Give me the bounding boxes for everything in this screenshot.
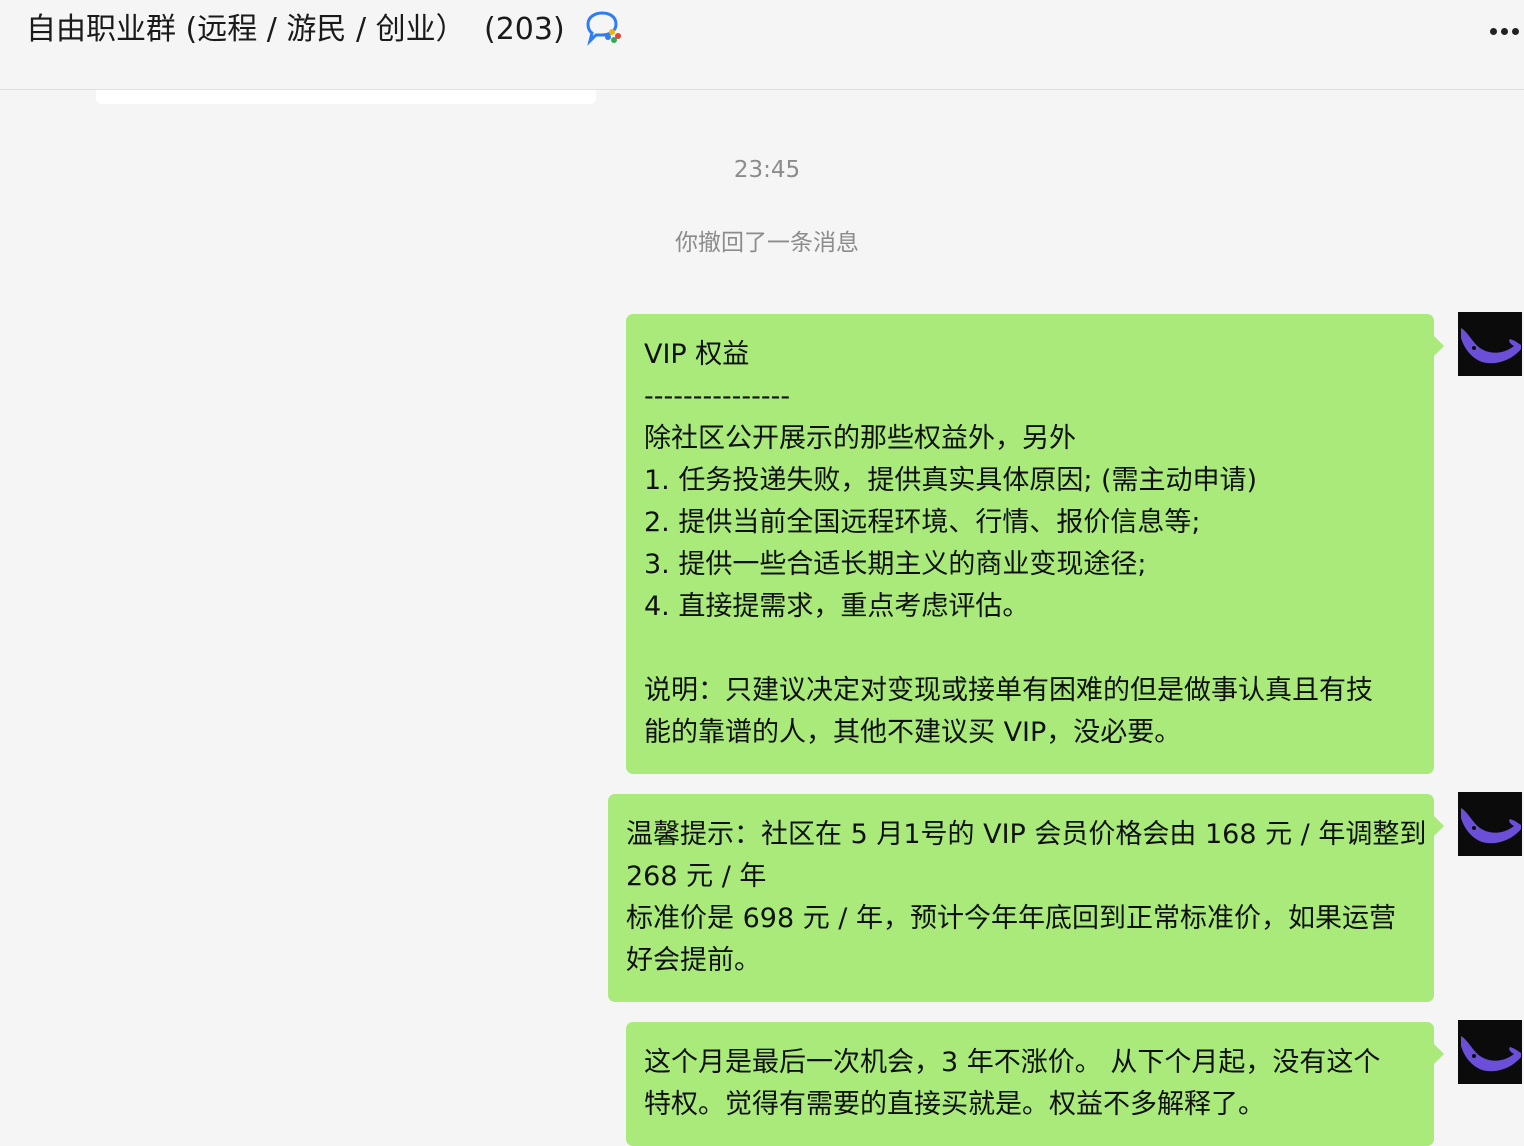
whale-logo-icon	[1461, 808, 1521, 844]
avatar[interactable]	[1458, 1020, 1522, 1084]
message-line: 除社区公开展示的那些权益外，另外	[644, 423, 1076, 454]
message-timestamp: 23:45	[733, 157, 801, 183]
message-line: 标准价是 698 元 / 年，预计今年年底回到正常标准价，如果运营	[626, 903, 1396, 934]
chat-header: 自由职业群 (远程 / 游民 / 创业） (203)	[0, 0, 1524, 90]
chat-title[interactable]: 自由职业群 (远程 / 游民 / 创业）	[26, 8, 466, 52]
message-bubble[interactable]: 温馨提示：社区在 5 月1号的 VIP 会员价格会由 168 元 / 年调整到 …	[608, 794, 1444, 1002]
message-line: 这个月是最后一次机会，3 年不涨价。 从下个月起，没有这个	[644, 1047, 1381, 1078]
message-line: 说明：只建议决定对变现或接单有困难的但是做事认真且有技	[644, 675, 1373, 706]
message-line: 特权。觉得有需要的直接买就是。权益不多解释了。	[644, 1089, 1265, 1120]
message-bubble[interactable]: VIP 权益 --------------- 除社区公开展示的那些权益外，另外 …	[626, 314, 1444, 774]
message-line: ---------------	[644, 381, 791, 412]
message-bubble[interactable]: 这个月是最后一次机会，3 年不涨价。 从下个月起，没有这个 特权。觉得有需要的直…	[626, 1022, 1444, 1146]
member-count: (203)	[484, 12, 565, 47]
message-line: 4. 直接提需求，重点考虑评估。	[644, 591, 1030, 622]
message-line: VIP 权益	[644, 339, 750, 370]
whale-logo-icon	[1461, 1036, 1521, 1072]
message-line	[644, 628, 1416, 670]
more-dots-icon[interactable]	[1484, 16, 1524, 44]
message-line: 能的靠谱的人，其他不建议买 VIP，没必要。	[644, 717, 1182, 748]
message-line: 268 元 / 年	[626, 861, 767, 892]
message-line: 温馨提示：社区在 5 月1号的 VIP 会员价格会由 168 元 / 年调整到	[626, 819, 1427, 850]
avatar[interactable]	[1458, 312, 1522, 376]
recall-notice: 你撤回了一条消息	[675, 230, 859, 256]
avatar[interactable]	[1458, 792, 1522, 856]
message-line: 2. 提供当前全国远程环境、行情、报价信息等;	[644, 507, 1201, 538]
message-line: 好会提前。	[626, 945, 761, 976]
message-line: 3. 提供一些合适长期主义的商业变现途径;	[644, 549, 1147, 580]
message-line: 1. 任务投递失败，提供真实具体原因; (需主动申请)	[644, 465, 1258, 496]
chat-bubble-icon[interactable]	[584, 10, 626, 46]
whale-logo-icon	[1461, 328, 1521, 364]
